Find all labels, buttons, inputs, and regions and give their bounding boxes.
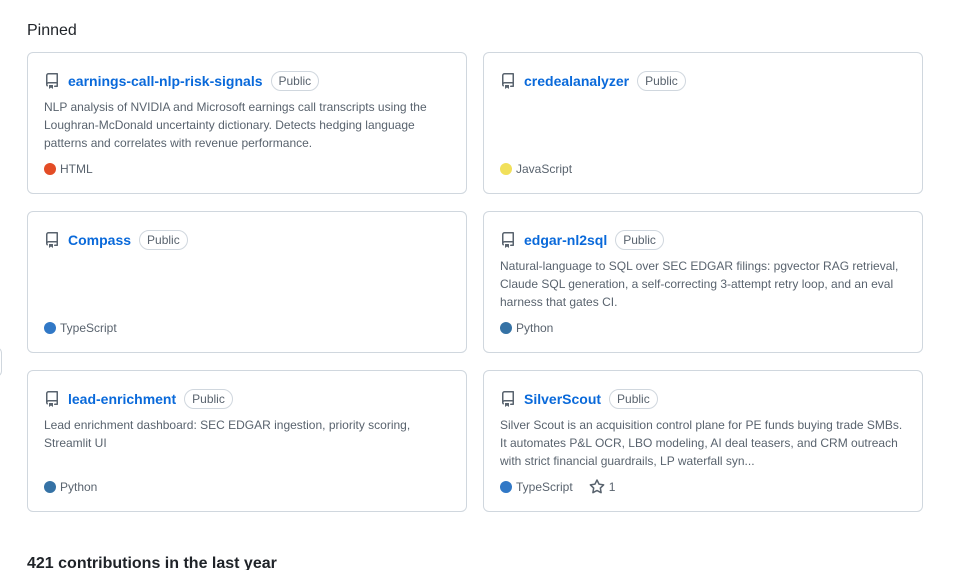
visibility-badge: Public: [270, 71, 320, 91]
pinned-repo-card: earnings-call-nlp-risk-signals Public NL…: [27, 52, 467, 194]
visibility-badge: Public: [184, 389, 233, 409]
repo-icon: [46, 391, 58, 407]
language-color-dot: [44, 163, 56, 175]
visibility-badge: Public: [637, 71, 686, 91]
repo-language: TypeScript: [60, 321, 117, 335]
repo-name-link[interactable]: SilverScout: [524, 391, 601, 407]
repo-meta: HTML: [44, 161, 93, 177]
language-color-dot: [500, 322, 512, 334]
visibility-badge: Public: [139, 230, 188, 250]
language-color-dot: [500, 481, 512, 493]
repo-icon: [46, 232, 58, 248]
pinned-repo-card: credealanalyzer Public JavaScript: [483, 52, 923, 194]
repo-name-link[interactable]: earnings-call-nlp-risk-signals: [68, 73, 263, 89]
visibility-badge: Public: [609, 389, 658, 409]
repo-card-header: credealanalyzer Public: [500, 70, 686, 92]
repo-description: NLP analysis of NVIDIA and Microsoft ear…: [44, 100, 427, 150]
pinned-repo-card: Compass Public TypeScript: [27, 211, 467, 353]
star-count: 1: [608, 480, 616, 494]
profile-overview: Pinned earnings-call-nlp-risk-signals Pu…: [0, 0, 973, 570]
repo-icon: [502, 73, 514, 89]
star-icon: [589, 479, 605, 494]
repo-meta: Python: [44, 479, 97, 495]
repo-card-header: edgar-nl2sql Public: [500, 229, 664, 251]
repo-language: Python: [60, 480, 98, 494]
repo-description: Natural-language to SQL over SEC EDGAR f…: [500, 259, 899, 309]
repo-icon: [46, 73, 58, 89]
repo-description: Lead enrichment dashboard: SEC EDGAR ing…: [44, 418, 411, 450]
language-color-dot: [44, 481, 56, 493]
repo-name-link[interactable]: credealanalyzer: [524, 73, 629, 89]
repo-icon: [502, 232, 514, 248]
stargazers-link[interactable]: 1: [589, 479, 616, 495]
repo-card-header: Compass Public: [44, 229, 188, 251]
language-color-dot: [500, 163, 512, 175]
repo-language: TypeScript: [516, 480, 573, 494]
repo-meta: Python: [500, 320, 553, 336]
edit-profile-button-edge[interactable]: [0, 347, 2, 377]
repo-meta: JavaScript: [500, 161, 572, 177]
repo-description: Silver Scout is an acquisition control p…: [500, 418, 903, 468]
repo-name-link[interactable]: edgar-nl2sql: [524, 232, 607, 248]
repo-language: HTML: [60, 162, 93, 176]
repo-card-header: earnings-call-nlp-risk-signals Public: [44, 70, 320, 92]
repo-language: JavaScript: [516, 162, 573, 176]
repo-card-header: SilverScout Public: [500, 388, 658, 410]
repo-meta: TypeScript: [44, 320, 117, 336]
pinned-repo-card: SilverScout Public Silver Scout is an ac…: [483, 370, 923, 512]
repo-language: Python: [516, 321, 554, 335]
repo-name-link[interactable]: Compass: [68, 232, 131, 248]
contributions-summary: 421 contributions in the last year: [27, 555, 277, 570]
repo-card-header: lead-enrichment Public: [44, 388, 233, 410]
visibility-badge: Public: [615, 230, 664, 250]
pinned-repo-card: edgar-nl2sql Public Natural-language to …: [483, 211, 923, 353]
repo-meta: TypeScript 1: [500, 479, 615, 495]
repo-icon: [502, 391, 514, 407]
language-color-dot: [44, 322, 56, 334]
pinned-repo-card: lead-enrichment Public Lead enrichment d…: [27, 370, 467, 512]
repo-name-link[interactable]: lead-enrichment: [68, 391, 176, 407]
pinned-section-title: Pinned: [27, 22, 77, 39]
